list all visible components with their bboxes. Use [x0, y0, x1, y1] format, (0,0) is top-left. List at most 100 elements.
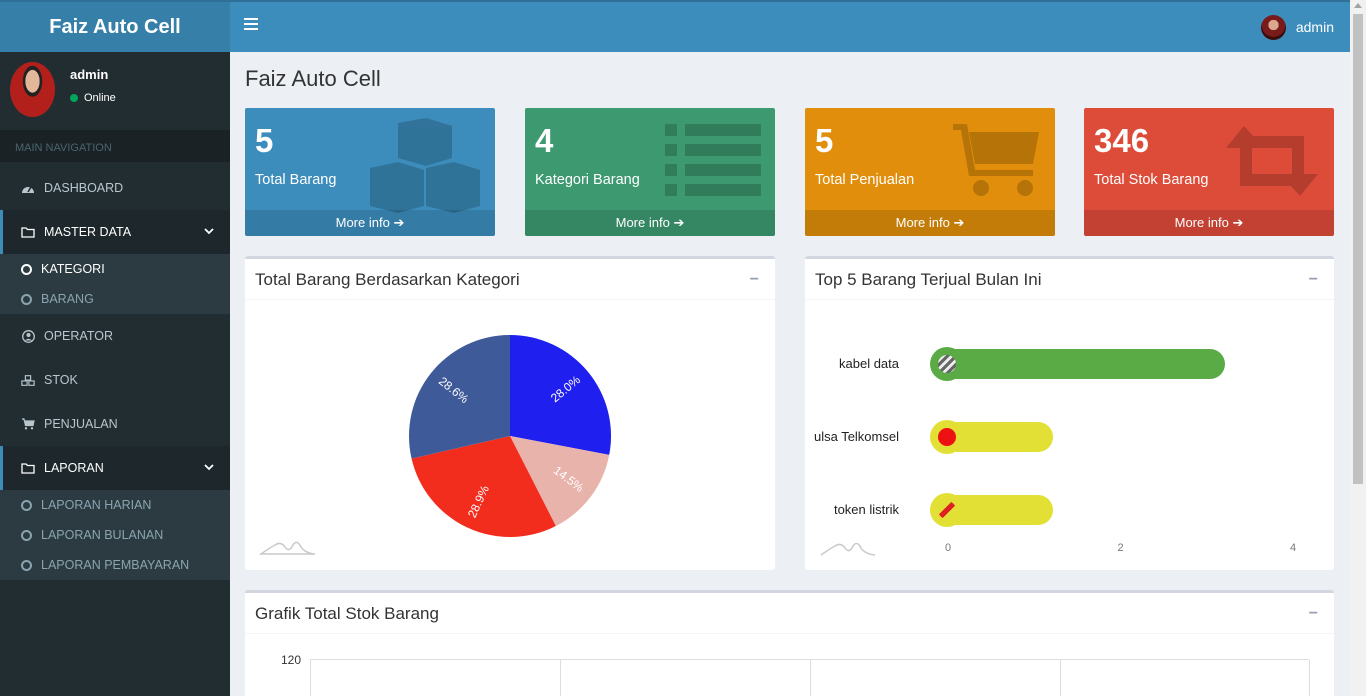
stat-box-kategori-barang: 4 Kategori Barang More info ➔ — [525, 108, 775, 236]
box-header: Total Barang Berdasarkan Kategori − — [245, 259, 775, 300]
bar[interactable] — [931, 349, 1225, 379]
more-info-label: More info — [1174, 215, 1229, 230]
sidebar-toggle-icon[interactable] — [244, 18, 258, 30]
scroll-up-icon[interactable] — [1354, 3, 1362, 8]
sidebar-item-penjualan[interactable]: PENJUALAN — [0, 402, 230, 446]
circle-icon — [21, 559, 32, 571]
stat-value: 5 — [815, 122, 834, 159]
sidebar-item-master-data[interactable]: MASTER DATA — [0, 210, 230, 254]
product-thumb — [938, 501, 956, 519]
more-info-link[interactable]: More info ➔ — [245, 210, 495, 236]
more-info-link[interactable]: More info ➔ — [525, 210, 775, 236]
sidebar-item-laporan-harian[interactable]: LAPORAN HARIAN — [0, 490, 230, 520]
product-image-icon — [930, 420, 964, 454]
grid-line — [810, 660, 811, 696]
page-title: Faiz Auto Cell — [245, 66, 381, 91]
sidebar-item-label: LAPORAN — [44, 461, 104, 475]
user-avatar — [10, 62, 55, 117]
chart-loader-icon — [820, 543, 876, 556]
sidebar-item-laporan-bulanan[interactable]: LAPORAN BULANAN — [0, 520, 230, 550]
stat-box-total-penjualan: 5 Total Penjualan More info ➔ — [805, 108, 1055, 236]
sidebar-item-stok[interactable]: STOK — [0, 358, 230, 402]
nav-header: MAIN NAVIGATION — [0, 130, 230, 162]
page-scrollbar[interactable] — [1350, 0, 1366, 696]
bar-chart: kabel data ulsa Telkomsel token listrik 0 2 4 — [805, 301, 1334, 571]
stat-value: 5 — [255, 122, 274, 159]
user-menu[interactable]: admin — [1260, 14, 1334, 40]
sidebar-item-operator[interactable]: OPERATOR — [0, 314, 230, 358]
more-info-link[interactable]: More info ➔ — [805, 210, 1055, 236]
stock-chart-box: Grafik Total Stok Barang − 120 — [245, 590, 1334, 696]
x-tick-label: 4 — [1290, 542, 1297, 554]
more-info-label: More info — [335, 215, 390, 230]
sidebar-item-label: LAPORAN BULANAN — [41, 528, 164, 542]
x-tick-label: 2 — [1117, 542, 1124, 554]
product-image-icon — [930, 493, 964, 527]
chevron-down-icon — [204, 460, 214, 474]
scrollbar-thumb[interactable] — [1353, 14, 1363, 484]
arrow-circle-right-icon: ➔ — [953, 215, 965, 230]
folder-icon — [21, 226, 35, 238]
sidebar-item-label: DASHBOARD — [44, 181, 124, 195]
product-thumb — [938, 428, 956, 446]
box-header: Top 5 Barang Terjual Bulan Ini − — [805, 259, 1334, 300]
sidebar-item-laporan[interactable]: LAPORAN — [0, 446, 230, 490]
sidebar-item-laporan-pembayaran[interactable]: LAPORAN PEMBAYARAN — [0, 550, 230, 580]
bar-category-label: token listrik — [833, 502, 899, 517]
sidebar-item-label: STOK — [44, 373, 78, 387]
cart-icon — [21, 418, 35, 430]
laporan-submenu: LAPORAN HARIAN LAPORAN BULANAN LAPORAN P… — [0, 490, 230, 580]
cubes-icon — [368, 118, 483, 218]
stat-label: Total Barang — [255, 172, 337, 188]
grid-line — [560, 660, 561, 696]
more-info-label: More info — [895, 215, 950, 230]
list-icon — [663, 118, 763, 203]
user-name: admin — [1295, 19, 1334, 35]
sidebar-item-dashboard[interactable]: DASHBOARD — [0, 166, 230, 210]
sidebar-item-label: BARANG — [41, 292, 94, 306]
bar-category-label: ulsa Telkomsel — [813, 429, 899, 444]
app-logo[interactable]: Faiz Auto Cell — [0, 2, 230, 52]
avatar — [1260, 14, 1286, 40]
circle-icon — [21, 529, 32, 541]
grid-line — [1309, 660, 1310, 696]
grid-line — [1060, 660, 1061, 696]
more-info-link[interactable]: More info ➔ — [1084, 210, 1334, 236]
arrow-circle-right-icon: ➔ — [673, 215, 685, 230]
bar-chart-box: Top 5 Barang Terjual Bulan Ini − kabel d… — [805, 256, 1334, 570]
box-title: Grafik Total Stok Barang — [255, 604, 439, 623]
pie-chart: 28.0%14.5%28.9%28.6% — [258, 335, 611, 555]
sidebar: admin Online MAIN NAVIGATION DASHBOARD M… — [0, 52, 230, 696]
user-panel: admin Online — [0, 52, 230, 130]
sidebar-item-barang[interactable]: BARANG — [0, 284, 230, 314]
bar-category-label: kabel data — [839, 356, 899, 371]
circle-icon — [21, 263, 32, 275]
user-circle-icon — [21, 329, 35, 343]
stat-label: Total Penjualan — [815, 172, 915, 188]
stock-chart-plot — [310, 659, 1310, 696]
x-tick-label: 0 — [945, 542, 952, 554]
sidebar-item-label: OPERATOR — [44, 329, 113, 343]
y-tick-label: 120 — [281, 653, 302, 667]
arrow-circle-right-icon: ➔ — [1232, 215, 1244, 230]
sidebar-item-label: LAPORAN PEMBAYARAN — [41, 558, 190, 572]
circle-icon — [21, 499, 32, 511]
user-status: Online — [70, 92, 116, 104]
status-text: Online — [84, 92, 116, 104]
box-header: Grafik Total Stok Barang − — [245, 593, 1334, 634]
collapse-button[interactable]: − — [1309, 271, 1318, 289]
master-data-submenu: KATEGORI BARANG — [0, 254, 230, 314]
sidebar-item-label: MASTER DATA — [44, 225, 132, 239]
collapse-button[interactable]: − — [750, 271, 759, 289]
more-info-label: More info — [615, 215, 670, 230]
chart-loader-icon — [258, 541, 316, 555]
dashboard-icon — [21, 182, 35, 194]
box-title: Top 5 Barang Terjual Bulan Ini — [815, 270, 1042, 289]
folder-icon — [21, 462, 35, 474]
sidebar-item-kategori[interactable]: KATEGORI — [0, 254, 230, 284]
chevron-down-icon — [204, 224, 214, 238]
stat-label: Total Stok Barang — [1094, 172, 1209, 188]
collapse-button[interactable]: − — [1309, 605, 1318, 623]
box-title: Total Barang Berdasarkan Kategori — [255, 270, 520, 289]
product-image-icon — [930, 347, 964, 381]
